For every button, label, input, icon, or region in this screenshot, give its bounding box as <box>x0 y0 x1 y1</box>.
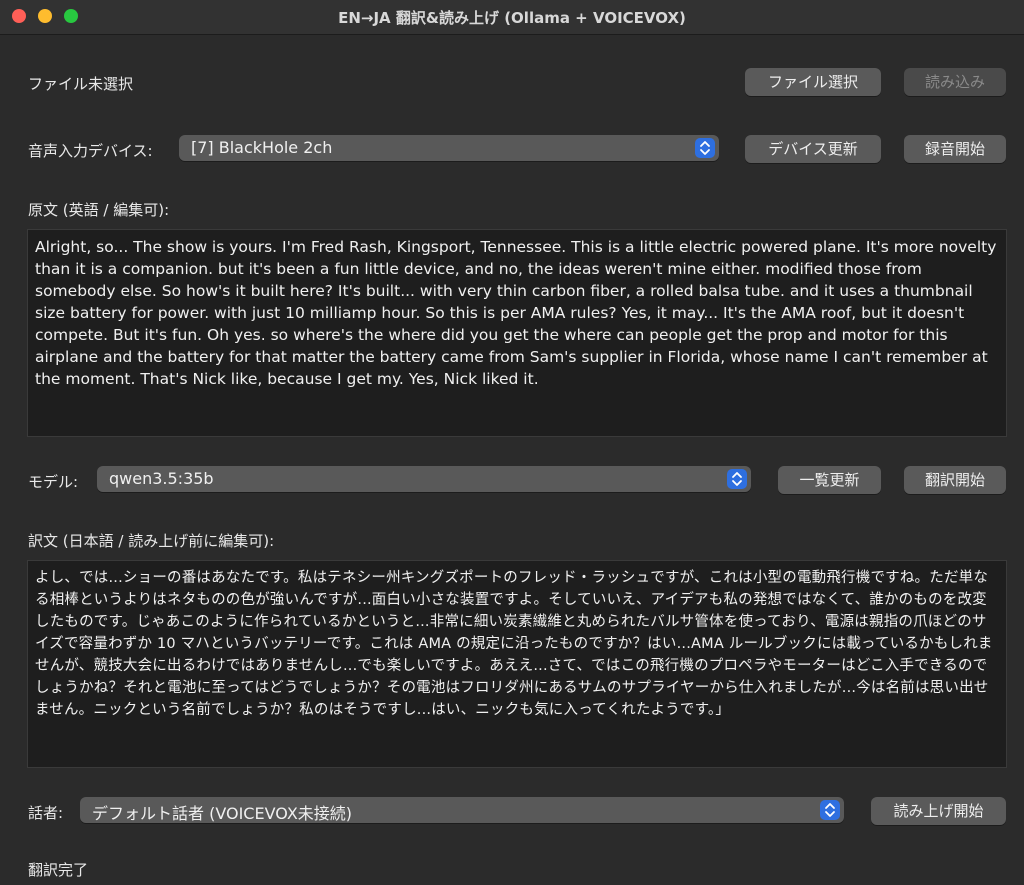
speaker-value: デフォルト話者 (VOICEVOX未接続) <box>92 804 353 823</box>
model-list-refresh-button[interactable]: 一覧更新 <box>778 466 881 494</box>
window-title: EN→JA 翻訳&読み上げ (Ollama + VOICEVOX) <box>338 9 686 27</box>
source-textarea[interactable]: Alright, so... The show is yours. I'm Fr… <box>27 229 1007 437</box>
file-select-button[interactable]: ファイル選択 <box>745 68 881 96</box>
select-chevron-icon <box>727 469 747 489</box>
audio-device-value: [7] BlackHole 2ch <box>191 138 333 157</box>
speaker-select[interactable]: デフォルト話者 (VOICEVOX未接続) <box>80 797 844 823</box>
load-button[interactable]: 読み込み <box>904 68 1006 96</box>
model-select[interactable]: qwen3.5:35b <box>97 466 751 492</box>
audio-device-label: 音声入力デバイス: <box>28 142 153 160</box>
status-text: 翻訳完了 <box>28 861 89 879</box>
source-text-label: 原文 (英語 / 編集可): <box>28 201 170 219</box>
select-chevron-icon <box>820 800 840 820</box>
record-start-button[interactable]: 録音開始 <box>904 135 1006 163</box>
file-status-label: ファイル未選択 <box>28 75 134 93</box>
speaker-label: 話者: <box>28 804 64 822</box>
translation-textarea[interactable]: よし、では...ショーの番はあなたです。私はテネシー州キングズポートのフレッド・… <box>27 560 1007 768</box>
title-bar: EN→JA 翻訳&読み上げ (Ollama + VOICEVOX) <box>0 0 1024 35</box>
translation-text-label: 訳文 (日本語 / 読み上げ前に編集可): <box>28 532 275 550</box>
audio-device-select[interactable]: [7] BlackHole 2ch <box>179 135 719 161</box>
speak-start-button[interactable]: 読み上げ開始 <box>871 797 1006 825</box>
translate-start-button[interactable]: 翻訳開始 <box>904 466 1006 494</box>
device-refresh-button[interactable]: デバイス更新 <box>745 135 881 163</box>
select-chevron-icon <box>695 138 715 158</box>
model-value: qwen3.5:35b <box>109 469 214 488</box>
model-label: モデル: <box>28 473 79 491</box>
